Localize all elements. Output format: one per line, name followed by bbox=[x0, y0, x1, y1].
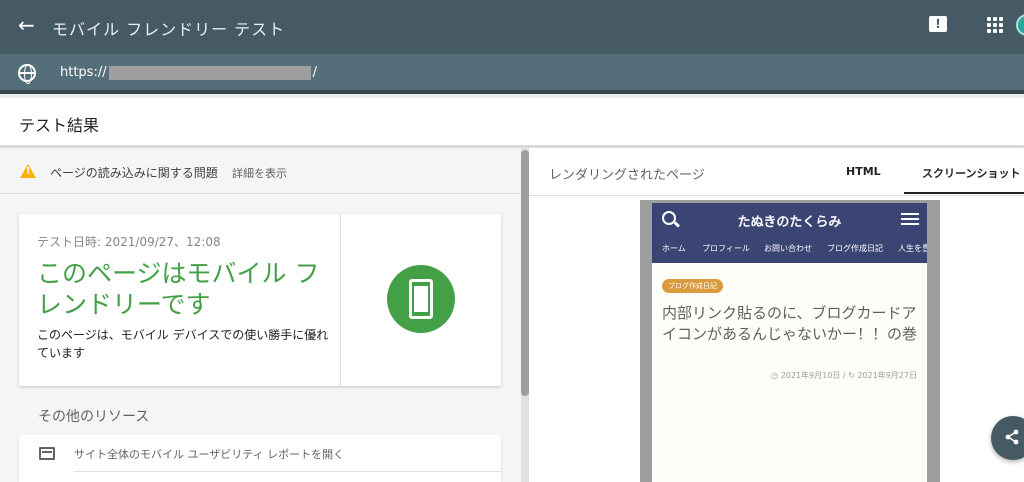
page-loading-issues[interactable]: ! ページの読み込みに関する問題 詳細を表示 bbox=[0, 148, 521, 194]
left-scrollbar[interactable] bbox=[521, 148, 529, 482]
screenshot-preview: たぬきのたくらみ ホーム プロフィール お問い合わせ ブログ作成日記 人生を豊 … bbox=[652, 203, 927, 482]
mobile-friendly-badge bbox=[387, 265, 455, 333]
avatar[interactable] bbox=[1016, 14, 1024, 36]
tab-html[interactable]: HTML bbox=[846, 165, 881, 178]
tab-screenshot[interactable]: スクリーンショット bbox=[922, 165, 1024, 181]
active-tab-indicator bbox=[904, 192, 1024, 194]
redacted-url bbox=[108, 65, 311, 80]
resource-item[interactable]: サイト全体のモバイル ユーザビリティ レポートを開く bbox=[19, 435, 501, 482]
globe-icon bbox=[18, 64, 36, 84]
device-frame: たぬきのたくらみ ホーム プロフィール お問い合わせ ブログ作成日記 人生を豊 … bbox=[640, 200, 940, 482]
nav-item: 人生を豊 bbox=[898, 244, 927, 253]
nav-item: ホーム bbox=[662, 244, 686, 253]
rendered-page-title: レンダリングされたページ bbox=[549, 168, 705, 183]
app-title: モバイル フレンドリー テスト bbox=[52, 20, 286, 39]
nav-item: ブログ作成日記 bbox=[827, 244, 883, 253]
post-dates: ◷ 2021年9月10日 / ↻ 2021年9月27日 bbox=[771, 371, 917, 380]
left-panel: ! ページの読み込みに関する問題 詳細を表示 テスト日時: 2021/09/27… bbox=[0, 148, 521, 482]
category-badge: ブログ作成日記 bbox=[662, 279, 723, 293]
result-card: テスト日時: 2021/09/27、12:08 このページはモバイル フレンドリ… bbox=[19, 214, 501, 386]
post-title: 内部リンク貼るのに、ブログカードアイコンがあるんじゃないかー！！の巻 bbox=[662, 304, 918, 343]
nav-item: お問い合わせ bbox=[764, 244, 812, 253]
issue-label: ページの読み込みに関する問題 bbox=[50, 166, 218, 180]
warning-icon: ! bbox=[20, 164, 36, 178]
feedback-icon[interactable]: ! bbox=[929, 16, 947, 32]
right-panel: レンダリングされたページ HTML スクリーンショット たぬきのたくらみ ホーム… bbox=[529, 148, 1024, 482]
apps-grid-icon[interactable] bbox=[987, 17, 1003, 33]
test-date: テスト日時: 2021/09/27、12:08 bbox=[37, 235, 221, 249]
url-bar: https:// / bbox=[0, 54, 1024, 94]
share-icon bbox=[1005, 429, 1019, 445]
app-header: ← モバイル フレンドリー テスト ! bbox=[0, 0, 1024, 54]
updated-date: 2021年9月27日 bbox=[857, 371, 917, 380]
card-divider bbox=[340, 214, 341, 386]
results-title: テスト結果 bbox=[19, 116, 100, 135]
other-resources-title: その他のリソース bbox=[38, 409, 150, 425]
result-headline: このページはモバイル フレンドリーです bbox=[37, 259, 320, 319]
site-header: たぬきのたくらみ ホーム プロフィール お問い合わせ ブログ作成日記 人生を豊 bbox=[652, 203, 927, 263]
published-date: 2021年9月10日 bbox=[780, 371, 841, 380]
browser-window-icon bbox=[39, 447, 55, 460]
nav-item: プロフィール bbox=[702, 244, 750, 253]
arrow-left-icon[interactable]: ← bbox=[18, 14, 40, 36]
scrollbar-thumb[interactable] bbox=[521, 150, 529, 396]
url-prefix: https:// bbox=[60, 65, 107, 80]
site-nav: ホーム プロフィール お問い合わせ ブログ作成日記 人生を豊 bbox=[652, 241, 927, 259]
url-suffix: / bbox=[312, 65, 317, 80]
smartphone-icon bbox=[409, 279, 433, 319]
results-header: テスト結果 bbox=[0, 98, 1024, 146]
menu-icon bbox=[901, 213, 919, 225]
site-name: たぬきのたくらみ bbox=[737, 215, 842, 230]
resource-label: サイト全体のモバイル ユーザビリティ レポートを開く bbox=[74, 448, 345, 461]
show-details-link[interactable]: 詳細を表示 bbox=[232, 165, 287, 181]
tab-divider bbox=[529, 195, 1024, 196]
result-description: このページは、モバイル デバイスでの使い勝手に優れています bbox=[37, 328, 329, 360]
tested-url: https:// / bbox=[60, 65, 317, 80]
resource-divider bbox=[74, 471, 501, 472]
